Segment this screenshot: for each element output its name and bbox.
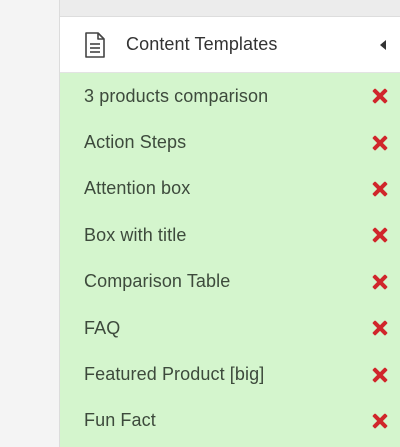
delete-icon[interactable] <box>372 413 388 429</box>
content-templates-title: Content Templates <box>126 34 278 54</box>
caret-left-icon[interactable] <box>380 39 386 50</box>
content-templates-panel: Content Templates 3 products comparison … <box>59 0 400 447</box>
template-item-label: Action Steps <box>84 132 187 153</box>
template-item[interactable]: FAQ <box>60 305 400 351</box>
document-icon <box>84 31 106 58</box>
delete-icon[interactable] <box>372 227 388 243</box>
template-item-label: Fun Fact <box>84 410 156 431</box>
template-item-label: Featured Product [big] <box>84 364 265 385</box>
template-list: 3 products comparison Action Steps Atten… <box>60 73 400 444</box>
template-item-label: Box with title <box>84 224 187 245</box>
delete-icon[interactable] <box>372 367 388 383</box>
delete-icon[interactable] <box>372 88 388 104</box>
template-item[interactable]: 3 products comparison <box>60 73 400 119</box>
template-item-label: Attention box <box>84 178 191 199</box>
template-item-label: Comparison Table <box>84 271 231 292</box>
template-item-label: FAQ <box>84 317 121 338</box>
template-item[interactable]: Fun Fact <box>60 398 400 444</box>
delete-icon[interactable] <box>372 135 388 151</box>
delete-icon[interactable] <box>372 320 388 336</box>
template-item[interactable]: Attention box <box>60 166 400 212</box>
panel-top-strip <box>60 0 400 17</box>
page: Content Templates 3 products comparison … <box>0 0 400 447</box>
content-templates-header[interactable]: Content Templates <box>60 17 400 73</box>
delete-icon[interactable] <box>372 274 388 290</box>
template-item[interactable]: Featured Product [big] <box>60 351 400 397</box>
template-item[interactable]: Box with title <box>60 212 400 258</box>
template-item-label: 3 products comparison <box>84 85 269 106</box>
template-item[interactable]: Action Steps <box>60 119 400 165</box>
delete-icon[interactable] <box>372 181 388 197</box>
template-item[interactable]: Comparison Table <box>60 259 400 305</box>
